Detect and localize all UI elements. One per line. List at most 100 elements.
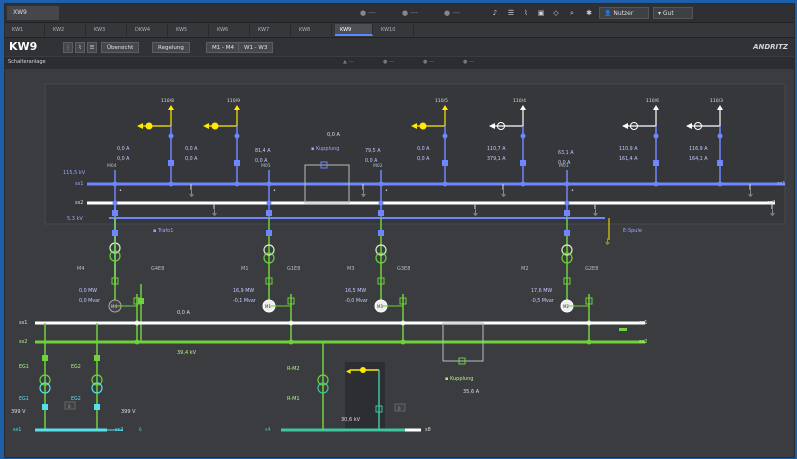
chat-icon[interactable]: ◇ [550, 7, 562, 19]
bay-marker: • [385, 188, 388, 194]
lv-name-bottom: EG1 [19, 396, 29, 402]
user-button[interactable]: 👤 Nutzer [599, 7, 649, 19]
hv-meas-a: 110,9 A [619, 146, 638, 152]
lv-feeder-breaker[interactable] [94, 355, 100, 361]
lv-name-top: EG2 [71, 364, 81, 370]
tab-kw8[interactable]: KW8 [294, 24, 332, 36]
tab-kw5[interactable]: KW5 [171, 24, 209, 36]
gen-label: M4 [77, 266, 85, 272]
bay-node-2 [266, 200, 272, 206]
hv-meas-a: 0,0 A [117, 146, 130, 152]
station-tabs: KW1 KW2 KW3 DKW4 KW5 KW6 KW7 KW8 KW9 KW10 [5, 23, 794, 38]
feeder-label: 110/9 [227, 98, 240, 104]
mv-coupler-value: 35,6 A [463, 389, 480, 395]
feeder-breaker[interactable] [234, 160, 240, 166]
hv-meas-b: 0,0 A [185, 156, 198, 162]
generators: M4 G4E80,0 MW0,0 MvarM4M1 G1E816,9 MW-0,1 … [77, 218, 598, 345]
hv-meas-a: 63,1 A [558, 150, 574, 156]
gen-hv-breaker[interactable] [378, 230, 384, 236]
mv-coupler-label: ▪ Kupplung [445, 376, 473, 382]
brand-logo: ANDRITZ [753, 43, 788, 51]
list-icon[interactable]: ☰ [505, 7, 517, 19]
tab-kw2[interactable]: KW2 [48, 24, 86, 36]
lv-feeder-breaker[interactable] [42, 355, 48, 361]
app-tab[interactable]: XW9 [7, 6, 59, 20]
mid-arrow-icon: ◀ [346, 368, 351, 375]
bay-breaker[interactable] [266, 210, 272, 216]
feeder-load-icon[interactable] [419, 122, 427, 130]
tab-kw10[interactable]: KW10 [376, 24, 414, 36]
hv-meas-a: 0,0 A [417, 146, 430, 152]
feeder-breaker[interactable] [653, 160, 659, 166]
tab-kw6[interactable]: KW6 [212, 24, 250, 36]
hv-bus-label-1: ss1 [75, 181, 83, 187]
bay-marker: • [571, 188, 574, 194]
m1-m4-button[interactable]: M1 - M4 [206, 42, 240, 53]
mv-bus-label-2: ss2 [19, 339, 27, 345]
hv-meas-b: 0,0 A [117, 156, 130, 162]
search-icon[interactable]: ⌕ [566, 7, 578, 19]
bay-node [564, 181, 570, 187]
mid-load-icon[interactable] [360, 367, 366, 373]
feeder-breaker[interactable] [168, 160, 174, 166]
bell-off-icon[interactable]: ♪ [489, 7, 501, 19]
hv-bus-label-2: ss2 [75, 200, 83, 206]
hv-bus-label-2-right: ss2 [767, 200, 775, 206]
mv-value-1: 0,0 A [177, 310, 191, 316]
top-toolbar: XW9 ● --- ● --- ● --- ♪ ☰ ⌇ ▣ ◇ ⌕ ✱ 👤 Nu… [5, 4, 794, 23]
bay-marker: • [119, 188, 122, 194]
lv-name-top: EG1 [19, 364, 29, 370]
feeder-load-icon[interactable] [211, 122, 219, 130]
feeder-label: 110/4 [513, 98, 526, 104]
feeder-breaker[interactable] [717, 160, 723, 166]
language-select[interactable]: ▾ Gut [653, 7, 693, 19]
lv-breaker[interactable] [94, 404, 100, 410]
feeder-load-icon[interactable] [145, 122, 153, 130]
bay-breaker[interactable] [564, 210, 570, 216]
tab-kw3[interactable]: KW3 [89, 24, 127, 36]
lv-small-2: 0 [139, 427, 142, 432]
lv-name-bottom: EG2 [71, 396, 81, 402]
gen-hv-breaker[interactable] [112, 230, 118, 236]
lv-bus-label-4: s8 [425, 427, 431, 433]
bay-breaker[interactable] [378, 210, 384, 216]
feeder-breaker[interactable] [520, 160, 526, 166]
ground-icon: ⏚ [769, 209, 776, 217]
lv-value-1: 399 V [11, 409, 26, 415]
lv-breaker[interactable] [42, 404, 48, 410]
tab-kw1[interactable]: KW1 [7, 24, 45, 36]
gen-hv-breaker[interactable] [266, 230, 272, 236]
lv-bus-label-1: ss1 [13, 427, 21, 433]
tab-kw7[interactable]: KW7 [253, 24, 291, 36]
mid-label-2: R-M1 [287, 396, 300, 402]
mv-bus-label-1-right: ss1 [639, 320, 647, 326]
list-view-icon[interactable]: ☰ [87, 42, 97, 53]
feeder-breaker[interactable] [442, 160, 448, 166]
gen-power: 16,9 MW [233, 288, 254, 294]
overview-button[interactable]: Übersicht [101, 42, 140, 53]
hv-meas-b: 0,0 A [558, 160, 571, 166]
hv-coupler-label: ▪ Kupplung [311, 146, 339, 152]
window-icon[interactable]: ▣ [535, 7, 547, 19]
w1-w3-button[interactable]: W1 - W3 [238, 42, 274, 53]
trafo-label: ▪ Trafo1 [153, 228, 173, 234]
mid-label-1: R-M2 [287, 366, 300, 372]
feeder-bus-node [234, 181, 240, 187]
feeder-bus-node [168, 181, 174, 187]
trafo-mv-breaker[interactable] [138, 298, 144, 304]
feeder-label: 110/5 [435, 98, 448, 104]
tab-kw9[interactable]: KW9 [335, 24, 373, 36]
trend-icon[interactable]: ⌇ [75, 42, 85, 53]
sub-header: Schalteranlage ▲ --- ● --- ● --- ● --- [5, 57, 794, 69]
regelung-button[interactable]: Regelung [152, 42, 190, 53]
sub-indicator-2: ● --- [383, 59, 395, 65]
gear-icon[interactable]: ✱ [583, 7, 595, 19]
ground-icon: ⏚ [188, 190, 195, 198]
hv-voltage-1: 115,5 kV [63, 170, 86, 176]
bay-node [378, 181, 384, 187]
tab-dkw4[interactable]: DKW4 [130, 24, 168, 36]
bay-marker: • [273, 188, 276, 194]
menu-icon[interactable]: ⋮ [63, 42, 73, 53]
gen-hv-breaker[interactable] [564, 230, 570, 236]
chart-icon[interactable]: ⌇ [520, 7, 532, 19]
